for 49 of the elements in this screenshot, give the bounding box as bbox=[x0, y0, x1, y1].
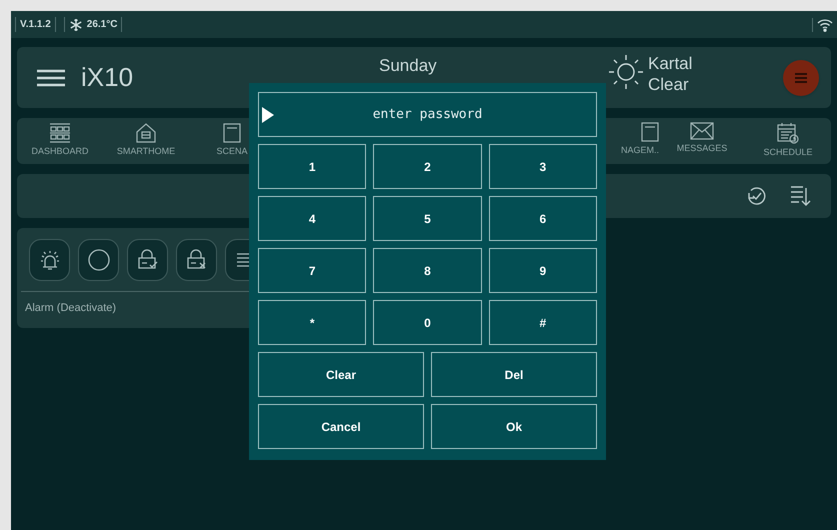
keypad-button[interactable]: 2 bbox=[373, 144, 482, 189]
keypad-button[interactable]: 5 bbox=[373, 196, 482, 241]
document-icon[interactable] bbox=[223, 123, 241, 144]
keypad-button[interactable]: * bbox=[258, 300, 366, 345]
play-icon bbox=[262, 106, 274, 122]
sort-list-icon[interactable] bbox=[789, 184, 811, 208]
keypad-button[interactable]: Ok bbox=[431, 404, 597, 449]
password-input[interactable]: enter password bbox=[259, 104, 596, 124]
keypad-button[interactable]: # bbox=[488, 300, 597, 345]
calendar-icon[interactable] bbox=[777, 122, 799, 144]
snowflake-icon bbox=[68, 18, 83, 32]
keypad-button[interactable]: Clear bbox=[258, 352, 424, 397]
list-icon bbox=[795, 72, 807, 82]
alarm-status-label: Alarm (Deactivate) bbox=[24, 301, 118, 316]
keypad-button[interactable]: 6 bbox=[488, 196, 597, 241]
temperature-label: 26.1°C bbox=[86, 18, 118, 32]
nav-item-label[interactable]: DASHBOARD bbox=[31, 145, 88, 159]
keypad-button[interactable]: 0 bbox=[373, 300, 482, 345]
nav-item-label[interactable]: MESSAGES bbox=[676, 142, 728, 156]
keypad-button[interactable]: Del bbox=[431, 352, 597, 397]
house-icon[interactable] bbox=[135, 123, 157, 144]
circle-button[interactable] bbox=[78, 239, 119, 281]
nav-item-label[interactable]: NAGEM.. bbox=[620, 144, 659, 158]
keypad-button[interactable]: Cancel bbox=[258, 404, 424, 449]
menu-icon[interactable] bbox=[37, 68, 65, 86]
weather-label: Clear bbox=[648, 74, 690, 95]
keypad-button[interactable]: 9 bbox=[488, 248, 597, 293]
document-icon[interactable] bbox=[641, 122, 659, 142]
sun-icon bbox=[607, 53, 645, 91]
lock-x-button[interactable] bbox=[176, 239, 217, 281]
app-title: iX10 bbox=[81, 61, 134, 94]
envelope-icon[interactable] bbox=[690, 122, 714, 140]
lock-check-button[interactable] bbox=[127, 239, 168, 281]
keypad-button[interactable]: 3 bbox=[488, 144, 597, 189]
keypad-button[interactable]: 8 bbox=[373, 248, 482, 293]
nav-item-label[interactable]: SCENA bbox=[216, 145, 248, 159]
keypad-button[interactable]: 4 bbox=[258, 196, 366, 241]
siren-button[interactable] bbox=[29, 239, 70, 281]
nav-item-label[interactable]: SMARTHOME bbox=[116, 145, 176, 159]
password-field[interactable]: enter password bbox=[258, 92, 597, 137]
wifi-icon bbox=[817, 18, 833, 32]
grid-icon[interactable] bbox=[49, 123, 71, 144]
day-label: Sunday bbox=[379, 55, 437, 77]
version-label: V.1.1.2 bbox=[15, 17, 56, 32]
nav-item-label[interactable]: SCHEDULE bbox=[763, 146, 812, 160]
circle-icon bbox=[86, 248, 110, 272]
keypad-button[interactable]: 1 bbox=[258, 144, 366, 189]
keypad-button[interactable]: 7 bbox=[258, 248, 366, 293]
location-label: Kartal bbox=[648, 53, 692, 74]
